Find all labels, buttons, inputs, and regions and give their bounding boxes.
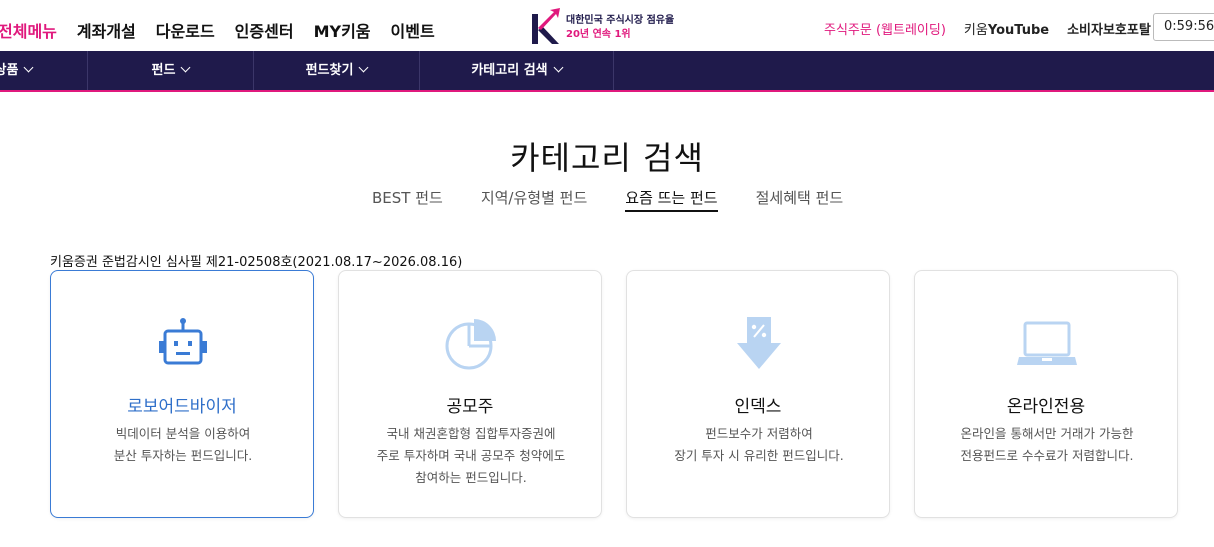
top-right-links: 주식주문 (웹트레이딩) 키움YouTube 소비자보호포탈 <box>824 19 1151 38</box>
youtube-brand: YouTube <box>987 23 1050 38</box>
card-desc-line: 참여하는 펀드입니다. <box>415 470 527 485</box>
tab-region-type-fund[interactable]: 지역/유형별 펀드 <box>481 187 587 212</box>
card-desc-line: 주로 투자하며 국내 공모주 청약에도 <box>376 448 566 463</box>
robot-icon <box>159 318 207 365</box>
card-index[interactable]: 인덱스 펀드보수가 저렴하여 장기 투자 시 유리한 펀드입니다. <box>626 270 890 518</box>
session-timer[interactable]: 0:59:56 <box>1153 13 1214 41</box>
nav-fund[interactable]: 펀드 <box>88 51 254 90</box>
logo-slogan-line1: 대한민국 주식시장 점유율 <box>566 15 675 26</box>
top-menu: 전체메뉴 계좌개설 다운로드 인증센터 MY키움 이벤트 <box>0 18 435 42</box>
card-title: 인덱스 <box>734 397 782 417</box>
chevron-down-icon <box>553 62 564 73</box>
card-desc-line: 장기 투자 시 유리한 펀드입니다. <box>674 448 844 463</box>
menu-event[interactable]: 이벤트 <box>391 18 435 42</box>
consumer-portal-link[interactable]: 소비자보호포탈 <box>1067 19 1151 38</box>
nav-category-search[interactable]: 카테고리 검색 <box>420 51 614 90</box>
nav-fund-label: 펀드 <box>151 63 176 78</box>
fund-tabs: BEST 펀드 지역/유형별 펀드 요즘 뜨는 펀드 절세혜택 펀드 <box>372 187 843 212</box>
menu-all[interactable]: 전체메뉴 <box>0 18 57 42</box>
card-robo-advisor[interactable]: 로보어드바이저 빅데이터 분석을 이용하여 분산 투자하는 펀드입니다. <box>50 270 314 518</box>
top-header: 전체메뉴 계좌개설 다운로드 인증센터 MY키움 이벤트 대한민국 주식시장 점… <box>0 0 1214 51</box>
nav-fund-search[interactable]: 펀드찾기 <box>254 51 420 90</box>
nav-fund-search-label: 펀드찾기 <box>305 63 354 78</box>
nav-category-search-label: 카테고리 검색 <box>471 63 548 78</box>
card-title: 온라인전용 <box>1006 397 1086 417</box>
card-description: 빅데이터 분석을 이용하여 분산 투자하는 펀드입니다. <box>65 423 301 467</box>
card-title: 로보어드바이저 <box>127 397 237 417</box>
main-nav: 상품 펀드 펀드찾기 카테고리 검색 <box>0 51 1214 92</box>
chevron-down-icon <box>24 62 34 73</box>
tab-trending-fund[interactable]: 요즘 뜨는 펀드 <box>625 187 718 212</box>
nav-products[interactable]: 상품 <box>0 51 88 90</box>
tab-best-fund[interactable]: BEST 펀드 <box>372 187 443 212</box>
laptop-icon <box>1017 321 1077 365</box>
compliance-notice: 키움증권 준법감시인 심사필 제21-02508호(2021.08.17~202… <box>50 255 463 270</box>
nav-products-label: 상품 <box>0 63 19 78</box>
card-desc-line: 전용펀드로 수수료가 저렴합니다. <box>960 448 1134 463</box>
card-ipo[interactable]: 공모주 국내 채권혼합형 집합투자증권에 주로 투자하며 국내 공모주 청약에도… <box>338 270 602 518</box>
card-description: 국내 채권혼합형 집합투자증권에 주로 투자하며 국내 공모주 청약에도 참여하… <box>353 423 589 489</box>
card-desc-line: 빅데이터 분석을 이용하여 <box>115 426 251 441</box>
chevron-down-icon <box>181 62 191 73</box>
menu-download[interactable]: 다운로드 <box>156 18 215 42</box>
card-desc-line: 펀드보수가 저렴하여 <box>705 426 813 441</box>
logo-slogan: 대한민국 주식시장 점유율 20년 연속 1위 <box>566 14 674 42</box>
page-title: 카테고리 검색 <box>510 139 704 177</box>
kiwoom-logo[interactable]: 대한민국 주식시장 점유율 20년 연속 1위 <box>530 8 690 46</box>
logo-k-icon <box>532 8 560 44</box>
chevron-down-icon <box>358 62 369 73</box>
menu-my-kiwoom[interactable]: MY키움 <box>314 18 371 42</box>
stock-order-link[interactable]: 주식주문 (웹트레이딩) <box>824 19 946 38</box>
discount-arrow-icon <box>737 317 781 369</box>
tab-tax-saving-fund[interactable]: 절세혜택 펀드 <box>756 187 844 212</box>
card-desc-line: 국내 채권혼합형 집합투자증권에 <box>386 426 556 441</box>
card-description: 펀드보수가 저렴하여 장기 투자 시 유리한 펀드입니다. <box>641 423 877 467</box>
menu-auth-center[interactable]: 인증센터 <box>235 18 294 42</box>
kiwoom-youtube-link[interactable]: 키움YouTube <box>964 19 1049 38</box>
logo-slogan-line2: 20년 연속 1위 <box>566 29 631 40</box>
youtube-prefix: 키움 <box>963 23 988 38</box>
card-desc-line: 분산 투자하는 펀드입니다. <box>113 448 253 463</box>
card-desc-line: 온라인을 통해서만 거래가 가능한 <box>960 426 1134 441</box>
pie-chart-icon <box>445 319 496 370</box>
card-online-only[interactable]: 온라인전용 온라인을 통해서만 거래가 가능한 전용펀드로 수수료가 저렴합니다… <box>914 270 1178 518</box>
card-title: 공모주 <box>446 397 494 417</box>
card-description: 온라인을 통해서만 거래가 가능한 전용펀드로 수수료가 저렴합니다. <box>929 423 1165 467</box>
menu-account-open[interactable]: 계좌개설 <box>77 18 136 42</box>
